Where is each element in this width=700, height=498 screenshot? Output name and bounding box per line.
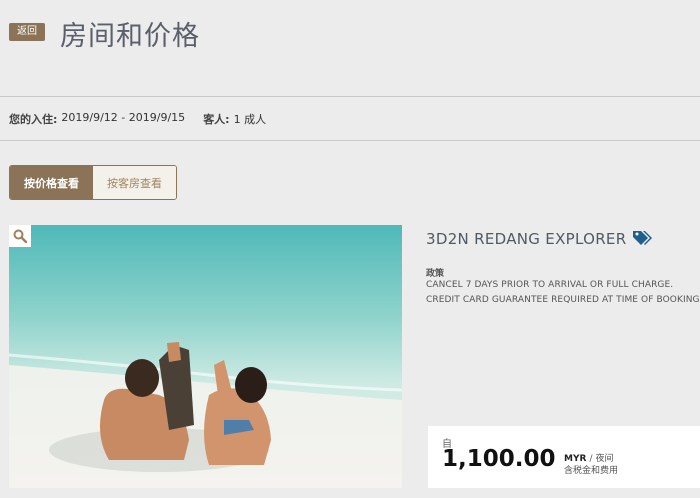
offer-title-text: 3D2N REDANG EXPLORER [426,230,627,248]
divider [0,140,700,141]
view-by-price-button[interactable]: 按价格查看 [10,166,93,199]
zoom-button[interactable] [9,225,31,247]
divider [0,96,700,97]
offer-title[interactable]: 3D2N REDANG EXPLORER [426,229,654,249]
price-tag-icon[interactable] [632,229,654,249]
policy-label: 政策 [426,269,445,279]
magnifier-icon [13,229,27,243]
price-amount: 1,100.00 [442,446,556,472]
stay-summary: 您的入住: 2019/9/12 - 2019/9/15 客人: 1 成人 [9,111,266,127]
view-toggle: 按价格查看 按客房查看 [9,165,177,200]
policy-line-cancel: CANCEL 7 DAYS PRIOR TO ARRIVAL OR FULL C… [426,280,674,290]
view-by-room-button[interactable]: 按客房查看 [93,166,176,199]
policy-line-guarantee: CREDIT CARD GUARANTEE REQUIRED AT TIME O… [426,295,700,305]
stay-dates: 2019/9/12 - 2019/9/15 [61,111,186,124]
guests-value: 1 成人 [233,113,267,126]
tax-note: 含税金和费用 [564,466,619,476]
back-button[interactable]: 返回 [9,23,45,41]
checkin-label: 您的入住: [9,113,58,126]
page-title: 房间和价格 [60,21,200,52]
guests-label: 客人: [203,113,230,126]
offer-photo[interactable] [9,225,402,488]
price-box[interactable]: 自 1,100.00 MYR / 夜间 含税金和费用 [428,426,700,488]
beach-couple-image [9,225,402,488]
